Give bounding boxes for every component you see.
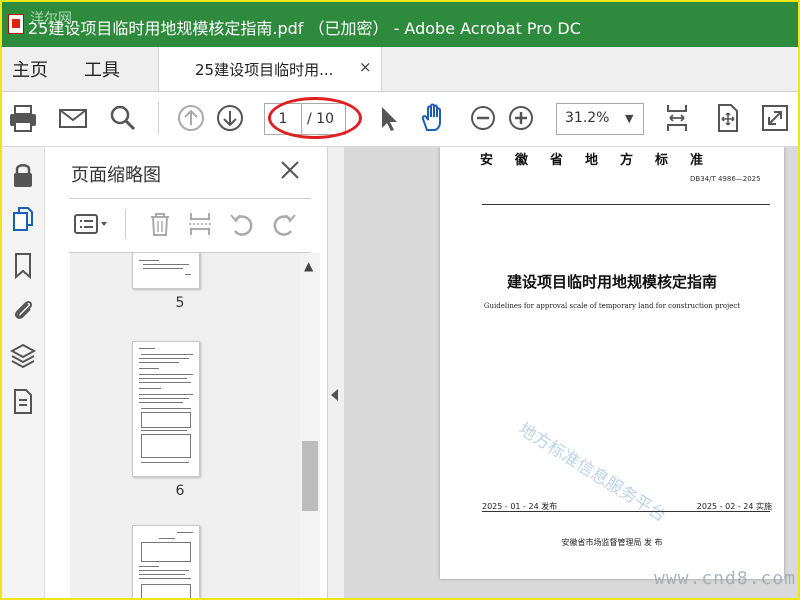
thumb-text-line [139,570,189,571]
email-icon[interactable] [56,101,90,135]
thumb-text-line [139,574,185,575]
toolbar: 1 / 10 31.2% ▼ [2,92,798,147]
thumbnail-label: 6 [175,483,185,499]
fit-page-icon[interactable] [710,101,744,135]
window-title: 25建设项目临时用地规模核定指南.pdf （已加密） - Adobe Acrob… [28,19,581,38]
thumb-text-line [139,358,189,359]
thumb-text-line [141,408,191,409]
lock-icon[interactable] [10,161,36,189]
thumb-text-line [141,462,189,463]
thumb-table [141,542,191,562]
print-icon[interactable] [6,101,40,135]
thumb-text-line [139,402,183,403]
tab-bar: 主页 工具 25建设项目临时用... × [2,47,798,92]
thumb-text-line [143,268,183,269]
zoom-in-icon[interactable] [504,101,538,135]
document-tab-label: 25建设项目临时用... [195,61,334,79]
thumb-text-line [139,348,155,349]
attachment-icon[interactable] [10,295,36,323]
search-icon[interactable] [106,101,140,135]
site-watermark: www.cnd8.com [654,568,797,589]
panel-toolbar-divider [125,209,126,239]
thumbnail-page-7[interactable] [132,525,200,598]
panel-divider [69,198,311,199]
standard-number: DB34/T 4986—2025 [690,175,761,183]
page-thumbnails-icon[interactable] [10,205,36,233]
menu-tools[interactable]: 工具 [84,56,120,82]
thumbnail-page-6[interactable] [132,341,200,477]
left-navigation-rail [2,147,45,598]
layers-icon[interactable] [9,341,37,369]
zoom-out-icon[interactable] [466,101,500,135]
options-menu-icon[interactable] [73,209,115,239]
select-tool-icon[interactable] [372,101,406,135]
panel-splitter[interactable] [327,147,344,598]
toolbar-divider [158,102,159,134]
document-tab[interactable]: 25建设项目临时用... × [158,47,382,91]
thumb-text-line [139,566,159,567]
thumb-table [141,584,191,598]
header-rule [482,204,770,205]
thumb-text-line [139,398,189,399]
menu-home[interactable]: 主页 [12,56,48,82]
collapse-arrow-icon[interactable] [331,389,338,401]
thumb-text-line [141,430,187,431]
thumb-table [141,412,191,428]
thumb-text-line [139,382,191,383]
previous-page-icon[interactable] [174,101,208,135]
thumbnail-label: 5 [175,295,185,311]
trash-icon[interactable] [145,209,175,239]
issuing-authority: 安徽省市场监督管理局 发 布 [561,538,663,547]
thumb-text-line [139,388,161,389]
highlight-circle [268,97,362,139]
hand-tool-icon[interactable] [416,101,450,135]
tab-close-button[interactable]: × [359,58,372,76]
footer-rule [482,511,770,512]
document-title: 建设项目临时用地规模核定指南 [506,273,717,291]
thumb-text-line [139,362,179,363]
full-screen-icon[interactable] [758,101,792,135]
bookmark-icon[interactable] [10,251,36,280]
page-thumbnails-panel: 页面缩略图 5 6 ▲ [55,147,327,598]
next-page-icon[interactable] [213,101,247,135]
fit-width-icon[interactable] [660,101,694,135]
zoom-select[interactable]: 31.2% ▼ [556,103,644,135]
zoom-value: 31.2% [565,110,610,126]
thumb-text-line [139,368,159,369]
english-title: Guidelines for approval scale of tempora… [483,302,741,310]
rotate-left-icon[interactable] [227,209,257,239]
document-icon[interactable] [10,387,36,415]
scrollbar-thumb[interactable] [302,441,318,511]
thumb-text-line [139,394,193,395]
thumb-text-line [177,532,193,533]
thumb-text-line [139,578,191,579]
standard-header: 安徽省地方标准 [480,153,726,168]
thumb-text-line [141,354,193,355]
scroll-up-icon[interactable]: ▲ [304,259,313,273]
thumb-text-line [139,378,187,379]
thumbnail-page-5[interactable] [132,253,200,289]
pdf-page: 安徽省地方标准 DB34/T 4986—2025 建设项目临时用地规模核定指南 … [440,147,784,579]
thumb-text-line [143,264,189,265]
panel-title: 页面缩略图 [71,165,161,186]
close-icon[interactable] [279,159,301,181]
title-bar: 洋尔网 25建设项目临时用地规模核定指南.pdf （已加密） - Adobe A… [2,2,798,47]
acrobat-pdf-icon [8,14,24,34]
app-window: 洋尔网 25建设项目临时用地规模核定指南.pdf （已加密） - Adobe A… [0,0,800,600]
rotate-right-icon[interactable] [269,209,299,239]
thumbnail-scrollbar[interactable]: ▲ [300,253,320,598]
thumb-text-line [139,374,193,375]
thumb-table [141,434,191,458]
thumb-text-line [139,260,159,261]
document-view[interactable]: 安徽省地方标准 DB34/T 4986—2025 建设项目临时用地规模核定指南 … [344,147,798,598]
thumb-text-line [159,538,175,539]
chevron-down-icon: ▼ [625,112,634,125]
thumbnail-list: 5 6 [70,253,300,598]
thumb-text-line [185,274,191,275]
insert-page-icon[interactable] [185,209,215,239]
